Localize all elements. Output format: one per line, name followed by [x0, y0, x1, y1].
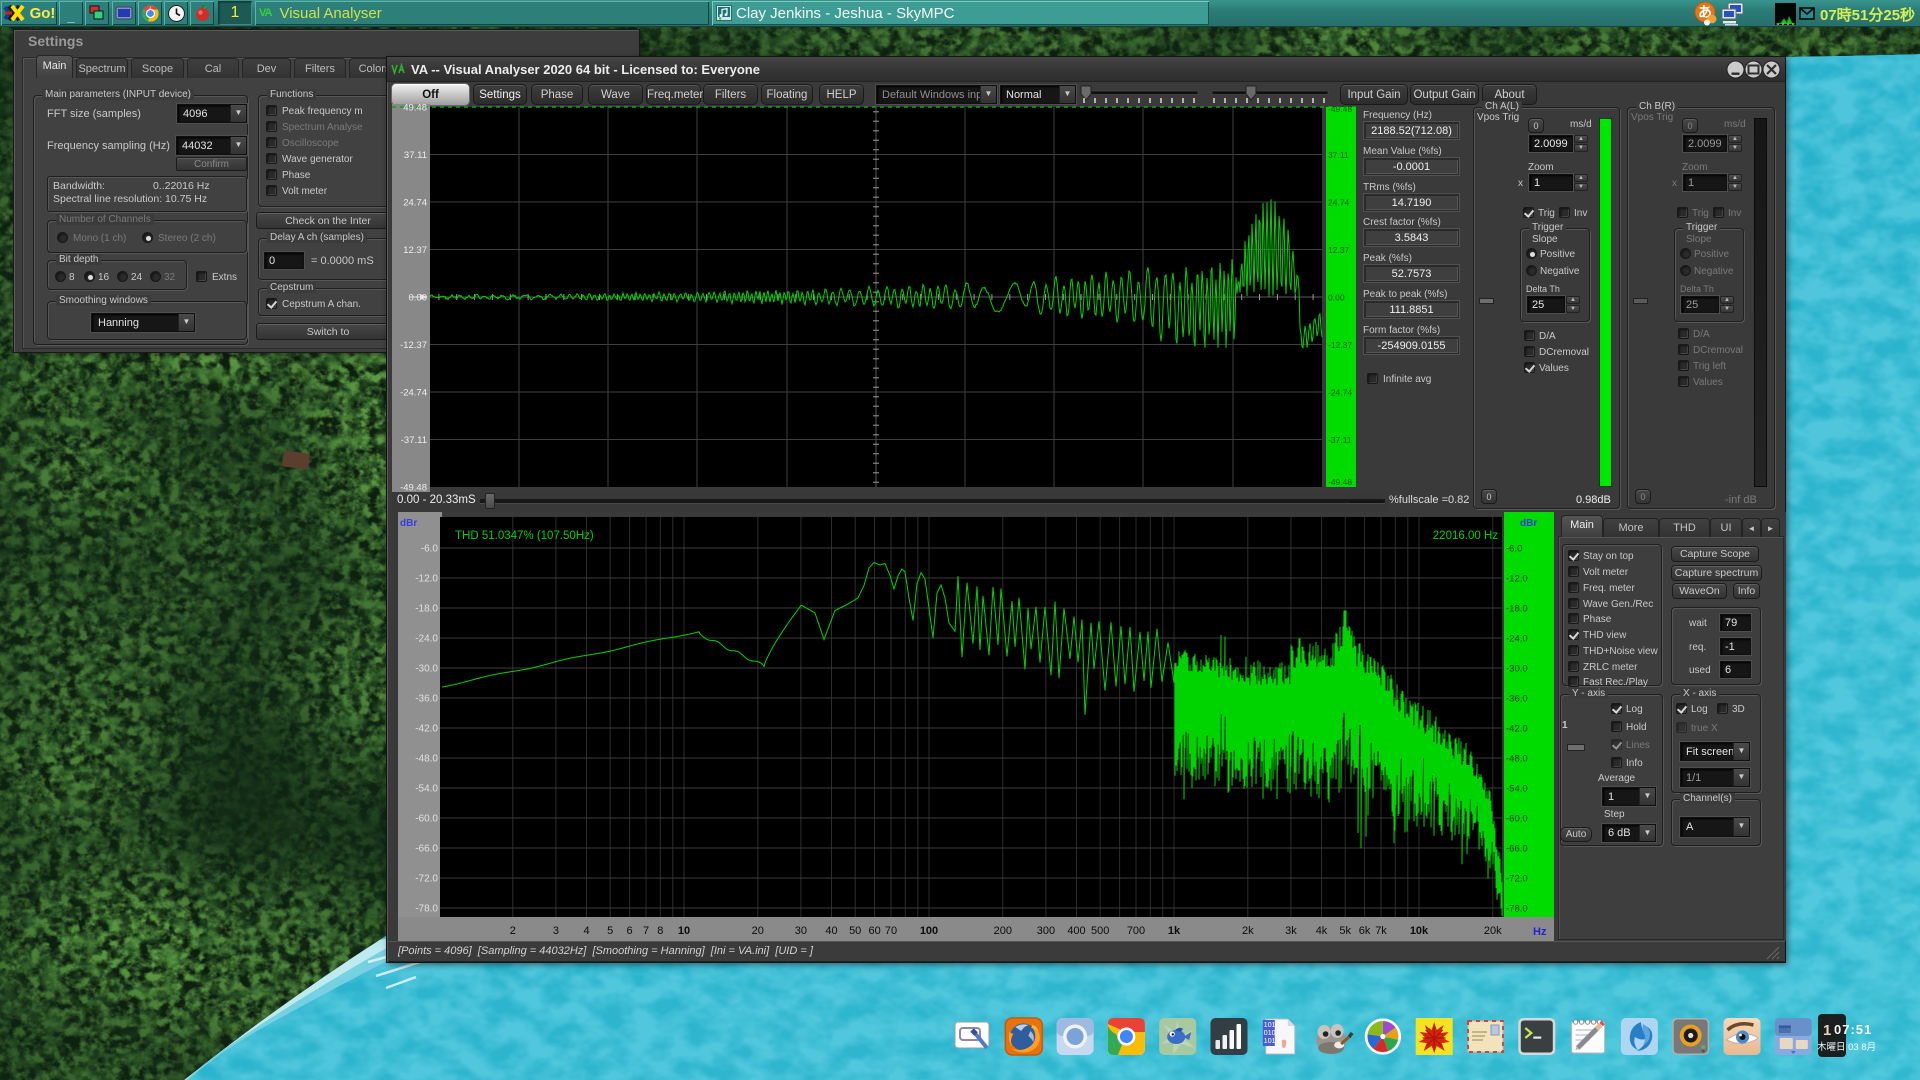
svg-text:-30.0: -30.0	[415, 664, 438, 675]
svg-text:24.74: 24.74	[1328, 198, 1350, 208]
svg-text:30: 30	[795, 925, 807, 937]
svg-text:10k: 10k	[1410, 925, 1429, 937]
svg-text:-48.0: -48.0	[1506, 754, 1528, 765]
svg-text:-18.0: -18.0	[1506, 604, 1528, 615]
svg-text:20k: 20k	[1484, 925, 1502, 937]
svg-text:-6.0: -6.0	[421, 544, 439, 555]
svg-text:101: 101	[1264, 1038, 1276, 1045]
svg-text:-24.0: -24.0	[415, 634, 438, 645]
svg-text:40: 40	[825, 925, 837, 937]
svg-text:6: 6	[627, 925, 633, 937]
svg-text:-78.0: -78.0	[1506, 904, 1528, 915]
svg-text:-12.37: -12.37	[400, 340, 427, 351]
svg-text:-49.48: -49.48	[400, 483, 427, 493]
svg-text:5: 5	[607, 925, 613, 937]
svg-text:dBr: dBr	[400, 518, 417, 529]
svg-text:-36.0: -36.0	[415, 694, 438, 705]
svg-text:60: 60	[868, 925, 880, 937]
svg-text:10: 10	[678, 925, 690, 937]
svg-text:70: 70	[885, 925, 897, 937]
svg-text:-12.0: -12.0	[1506, 574, 1528, 585]
svg-text:-37.11: -37.11	[401, 435, 427, 446]
svg-text:2: 2	[510, 925, 516, 937]
svg-text:2k: 2k	[1242, 925, 1254, 937]
svg-text:-66.0: -66.0	[1506, 844, 1528, 855]
svg-text:-54.0: -54.0	[1506, 784, 1528, 795]
svg-text:-24.74: -24.74	[400, 388, 427, 399]
svg-text:-60.0: -60.0	[1506, 814, 1528, 825]
svg-text:50: 50	[849, 925, 861, 937]
svg-text:010: 010	[1264, 1030, 1276, 1037]
svg-text:-49.48: -49.48	[1328, 104, 1352, 114]
svg-text:7k: 7k	[1375, 925, 1387, 937]
svg-text:-36.0: -36.0	[1506, 694, 1528, 705]
svg-text:-18.0: -18.0	[415, 604, 438, 615]
svg-text:20: 20	[752, 925, 764, 937]
svg-text:THD 51.0347% (107.50Hz): THD 51.0347% (107.50Hz)	[455, 530, 594, 542]
svg-text:-48.0: -48.0	[415, 754, 438, 765]
svg-text:-12.0: -12.0	[415, 574, 438, 585]
svg-text:-42.0: -42.0	[415, 724, 438, 735]
svg-text:1k: 1k	[1168, 925, 1181, 937]
svg-text:8: 8	[657, 925, 663, 937]
svg-text:500: 500	[1091, 925, 1109, 937]
svg-text:-54.0: -54.0	[415, 784, 438, 795]
svg-text:300: 300	[1037, 925, 1055, 937]
svg-text:Hz: Hz	[1533, 926, 1547, 938]
svg-text:-78.0: -78.0	[415, 904, 438, 915]
svg-text:-6.0: -6.0	[1506, 544, 1522, 555]
svg-text:-60.0: -60.0	[415, 814, 438, 825]
svg-text:3k: 3k	[1285, 925, 1297, 937]
svg-text:-12.37: -12.37	[1328, 340, 1352, 350]
svg-text:4: 4	[583, 925, 589, 937]
svg-text:-24.74: -24.74	[1328, 388, 1352, 398]
svg-text:-66.0: -66.0	[415, 844, 438, 855]
svg-text:-42.0: -42.0	[1506, 724, 1528, 735]
svg-text:12.37: 12.37	[403, 245, 427, 256]
svg-text:-30.0: -30.0	[1506, 664, 1528, 675]
svg-text:-49.48: -49.48	[1328, 477, 1352, 487]
svg-text:12.37: 12.37	[1328, 245, 1350, 255]
svg-text:49.48: 49.48	[403, 104, 427, 114]
svg-text:700: 700	[1127, 925, 1145, 937]
svg-text:6k: 6k	[1359, 925, 1371, 937]
svg-text:37.11: 37.11	[1328, 150, 1349, 160]
svg-text:-37.11: -37.11	[1328, 435, 1352, 445]
svg-text:5k: 5k	[1339, 925, 1351, 937]
svg-text:37.11: 37.11	[404, 150, 427, 161]
svg-text:0.00: 0.00	[409, 293, 428, 304]
svg-text:-24.0: -24.0	[1506, 634, 1528, 645]
svg-text:24.74: 24.74	[403, 198, 427, 209]
svg-text:3: 3	[553, 925, 559, 937]
svg-text:dBr: dBr	[1520, 518, 1537, 529]
svg-text:400: 400	[1067, 925, 1085, 937]
svg-text:0.00: 0.00	[1328, 293, 1345, 303]
svg-text:7: 7	[643, 925, 649, 937]
svg-text:22016.00 Hz: 22016.00 Hz	[1433, 530, 1498, 542]
svg-text:100: 100	[920, 925, 938, 937]
svg-text:200: 200	[994, 925, 1012, 937]
svg-text:4k: 4k	[1316, 925, 1328, 937]
svg-text:-72.0: -72.0	[415, 874, 438, 885]
svg-text:101: 101	[1264, 1022, 1276, 1029]
svg-text:-72.0: -72.0	[1506, 874, 1528, 885]
